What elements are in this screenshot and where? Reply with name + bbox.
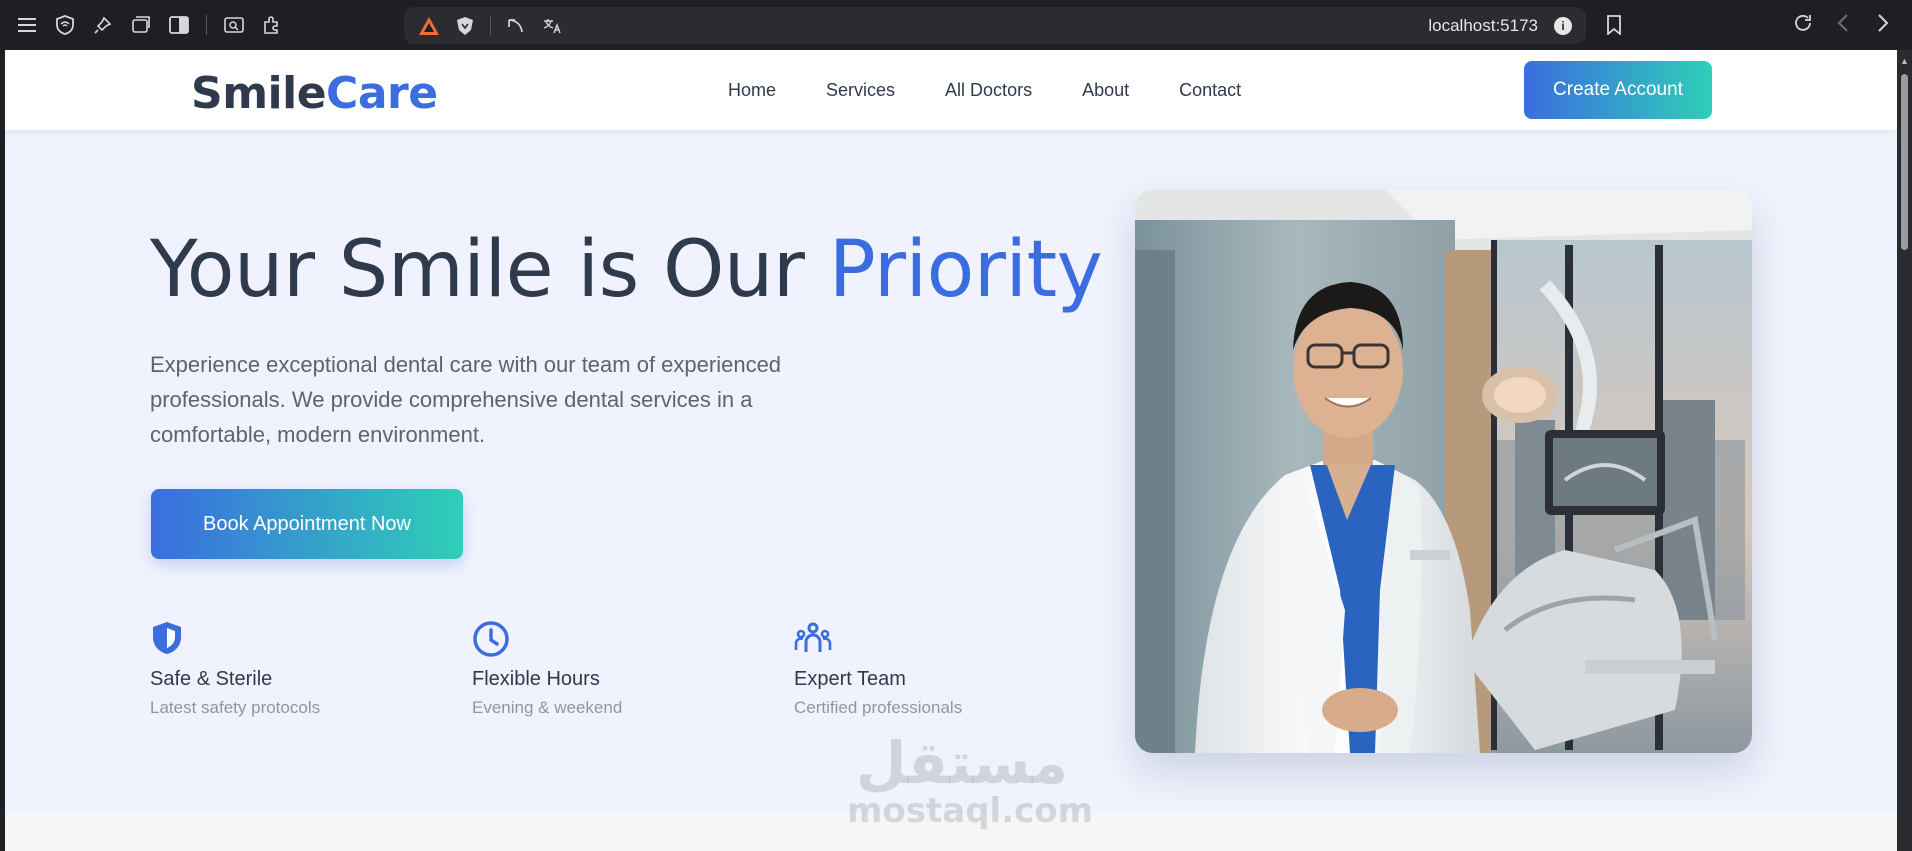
extensions-icon[interactable] [261, 14, 283, 36]
hero-subtitle: Experience exceptional dental care with … [150, 352, 782, 447]
feature-title: Expert Team [794, 668, 906, 690]
brave-shields-icon[interactable] [454, 15, 476, 37]
browser-toolbar: localhost:5173 i [0, 0, 1912, 50]
watermark-arabic: مستقل [855, 729, 1069, 797]
feature-title: Safe & Sterile [150, 668, 273, 690]
vpn-shield-icon[interactable] [54, 14, 76, 36]
menu-icon[interactable] [16, 14, 38, 36]
hero-title-main: Your Smile is Our [150, 225, 829, 315]
feature-flexible-hours: Flexible Hours Evening & weekend [472, 620, 772, 718]
logo-accent-text: Care [326, 68, 438, 119]
feature-desc: Latest safety protocols [150, 698, 321, 717]
feature-title: Flexible Hours [472, 668, 600, 690]
reader-icon[interactable] [223, 14, 245, 36]
scrollbar-thumb[interactable] [1901, 74, 1908, 250]
url-text[interactable]: localhost:5173 [1428, 16, 1538, 36]
bookmark-icon[interactable] [1603, 14, 1625, 36]
address-bar[interactable]: localhost:5173 i [404, 7, 1586, 44]
shield-icon [150, 620, 188, 658]
back-icon[interactable] [1832, 12, 1854, 34]
hero-doctor-photo [1135, 190, 1752, 753]
clock-icon [472, 620, 510, 658]
feature-desc: Evening & weekend [472, 698, 623, 717]
site-logo[interactable]: SmileCare [191, 68, 438, 119]
share-icon[interactable] [505, 15, 527, 37]
urlbar-divider [490, 15, 491, 36]
watermark-latin: mostaql.com [847, 791, 1094, 831]
reload-icon[interactable] [1792, 12, 1814, 34]
book-appointment-button[interactable]: Book Appointment Now [151, 489, 463, 559]
site-info-icon[interactable]: i [1554, 16, 1572, 35]
page-scrollbar[interactable]: ▲ [1897, 50, 1912, 851]
forward-icon[interactable] [1872, 12, 1894, 34]
toolbar-divider [206, 15, 207, 35]
page-viewport: SmileCare Home Services All Doctors Abou… [5, 50, 1897, 851]
logo-text: Smile [191, 68, 327, 119]
nav-link-home[interactable]: Home [728, 80, 776, 101]
hero-title-accent: Priority [828, 225, 1103, 315]
create-account-button[interactable]: Create Account [1524, 61, 1712, 119]
sidebar-icon[interactable] [168, 14, 190, 36]
nav-link-about[interactable]: About [1082, 80, 1129, 101]
main-nav: Home Services All Doctors About Contact [728, 80, 1241, 101]
nav-link-all-doctors[interactable]: All Doctors [945, 80, 1032, 101]
feature-expert-team: Expert Team Certified professionals [794, 620, 1094, 718]
team-icon [794, 620, 832, 658]
translate-icon[interactable] [541, 15, 563, 37]
nav-link-services[interactable]: Services [826, 80, 895, 101]
nav-link-contact[interactable]: Contact [1179, 80, 1241, 101]
feature-safe-sterile: Safe & Sterile Latest safety protocols [150, 620, 450, 718]
watermark: مستقل mostaql.com [847, 729, 1094, 831]
tabs-icon[interactable] [130, 14, 152, 36]
scroll-up-icon[interactable]: ▲ [1900, 56, 1909, 66]
hero-title: Your Smile is Our Priority [150, 225, 1103, 315]
site-navbar: SmileCare Home Services All Doctors Abou… [5, 50, 1897, 130]
brave-rewards-icon[interactable] [418, 15, 440, 37]
feature-desc: Certified professionals [794, 698, 963, 717]
pin-icon[interactable] [92, 14, 114, 36]
